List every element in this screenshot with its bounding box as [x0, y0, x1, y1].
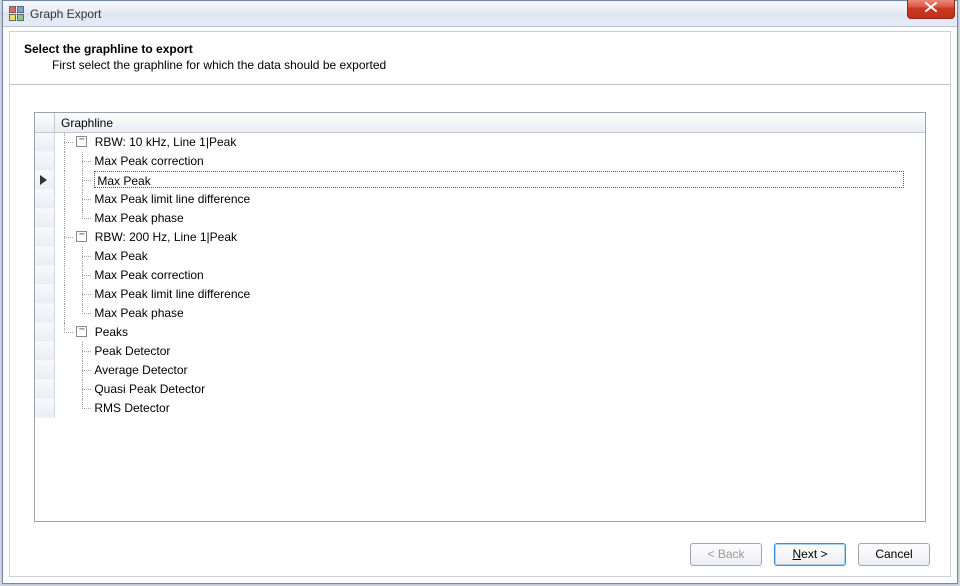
- tree-item-label: Max Peak: [94, 247, 147, 266]
- tree-item[interactable]: Max Peak phase: [35, 209, 925, 228]
- collapse-icon[interactable]: [76, 136, 87, 147]
- tree-item-label: Max Peak limit line difference: [94, 190, 250, 209]
- column-header-row: Graphline: [35, 113, 925, 133]
- tree-item[interactable]: RMS Detector: [35, 399, 925, 418]
- next-button[interactable]: Next >: [774, 543, 846, 566]
- tree-item-label: Average Detector: [94, 361, 187, 380]
- row-handle: [35, 342, 55, 361]
- row-header-corner: [35, 113, 55, 132]
- row-handle: [35, 247, 55, 266]
- row-handle: [35, 266, 55, 285]
- tree-group-label: RBW: 200 Hz, Line 1|Peak: [95, 228, 237, 247]
- tree-item-label: Max Peak correction: [94, 266, 203, 285]
- graphline-panel: Graphline RBW: 10 kHz, Line 1|Peak: [34, 112, 926, 522]
- tree-item[interactable]: Peak Detector: [35, 342, 925, 361]
- tree-item[interactable]: Max Peak: [35, 247, 925, 266]
- tree-item[interactable]: Average Detector: [35, 361, 925, 380]
- tree-item[interactable]: Quasi Peak Detector: [35, 380, 925, 399]
- tree-item-label: Max Peak limit line difference: [94, 285, 250, 304]
- row-handle: [35, 190, 55, 209]
- close-button[interactable]: [907, 0, 955, 19]
- tree-item[interactable]: Max Peak limit line difference: [35, 285, 925, 304]
- graphline-tree[interactable]: RBW: 10 kHz, Line 1|Peak Max Peak correc…: [35, 133, 925, 521]
- wizard-heading: Select the graphline to export: [24, 42, 936, 56]
- window-title: Graph Export: [30, 1, 101, 27]
- tree-item-label: Peak Detector: [94, 342, 170, 361]
- tree-group-label: Peaks: [95, 323, 128, 342]
- row-handle: [35, 285, 55, 304]
- back-button[interactable]: < Back: [690, 543, 762, 566]
- wizard-header: Select the graphline to export First sel…: [10, 32, 950, 85]
- row-handle: [35, 323, 55, 342]
- row-handle: [35, 133, 55, 152]
- tree-item[interactable]: Max Peak limit line difference: [35, 190, 925, 209]
- tree-item[interactable]: Max Peak: [35, 171, 925, 190]
- wizard-footer: < Back Next > Cancel: [10, 532, 950, 576]
- client-area: Select the graphline to export First sel…: [9, 31, 951, 577]
- row-handle: [35, 228, 55, 247]
- tree-item-label: Max Peak phase: [94, 209, 183, 228]
- close-icon: [925, 2, 937, 12]
- column-header-graphline[interactable]: Graphline: [55, 113, 925, 132]
- row-handle: [35, 209, 55, 228]
- titlebar[interactable]: Graph Export: [3, 1, 957, 27]
- tree-group[interactable]: RBW: 10 kHz, Line 1|Peak: [35, 133, 925, 152]
- collapse-icon[interactable]: [76, 231, 87, 242]
- tree-item-label: Max Peak: [97, 172, 150, 191]
- tree-item-label: Quasi Peak Detector: [94, 380, 205, 399]
- tree-item[interactable]: Max Peak phase: [35, 304, 925, 323]
- tree-item[interactable]: Max Peak correction: [35, 266, 925, 285]
- app-icon: [9, 6, 25, 22]
- tree-group[interactable]: Peaks: [35, 323, 925, 342]
- collapse-icon[interactable]: [76, 326, 87, 337]
- row-handle: [35, 380, 55, 399]
- tree-group[interactable]: RBW: 200 Hz, Line 1|Peak: [35, 228, 925, 247]
- tree-item-label: Max Peak phase: [94, 304, 183, 323]
- row-handle: [35, 399, 55, 418]
- row-handle: [35, 152, 55, 171]
- wizard-subheading: First select the graphline for which the…: [52, 58, 936, 72]
- cancel-button[interactable]: Cancel: [858, 543, 930, 566]
- tree-item-label: Max Peak correction: [94, 152, 203, 171]
- row-handle: [35, 361, 55, 380]
- tree-group-label: RBW: 10 kHz, Line 1|Peak: [95, 133, 237, 152]
- graph-export-window: Graph Export Select the graphline to exp…: [2, 0, 958, 584]
- row-handle: [35, 304, 55, 323]
- row-handle-selected: [35, 171, 55, 190]
- tree-item-label: RMS Detector: [94, 399, 169, 418]
- tree-item[interactable]: Max Peak correction: [35, 152, 925, 171]
